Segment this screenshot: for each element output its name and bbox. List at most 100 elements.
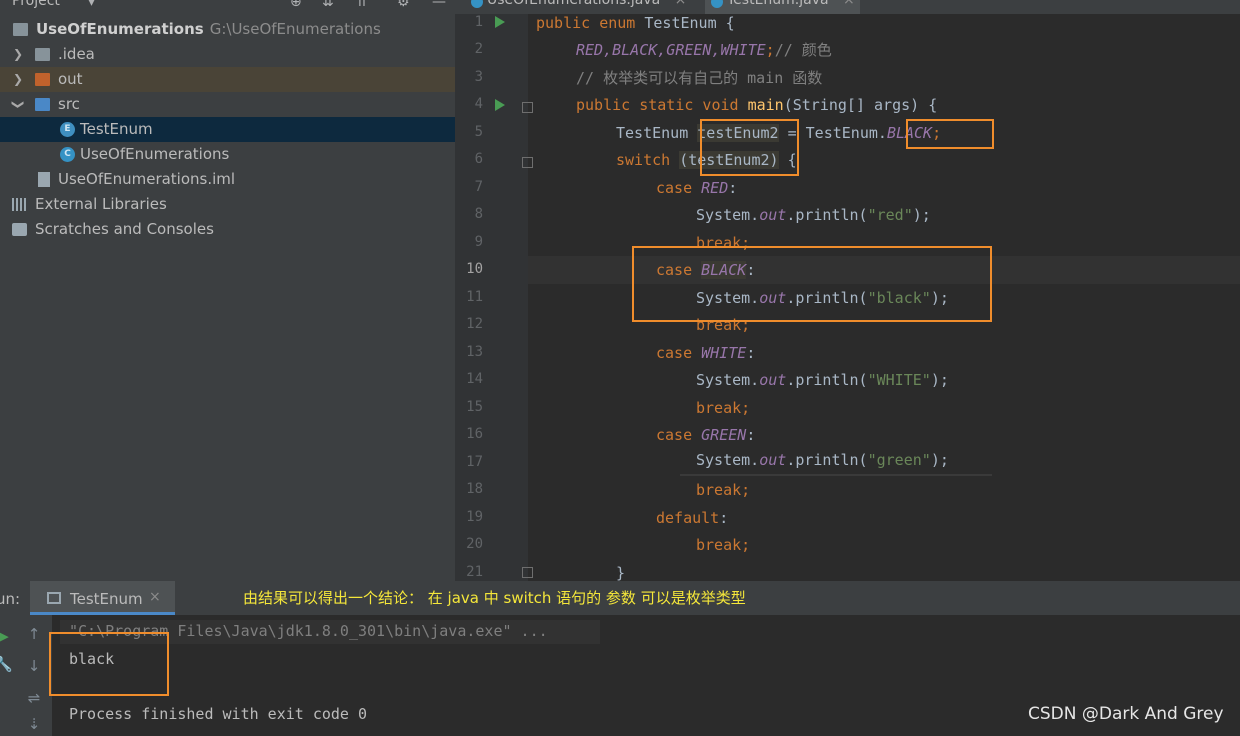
divider [680, 474, 992, 476]
tab-useofenumerations[interactable]: UseOfEnumerations.java × [465, 0, 705, 14]
tree-item-idea[interactable]: ❯ .idea [0, 42, 455, 67]
minimize-icon[interactable]: — [432, 0, 446, 10]
line-number: 7 [474, 179, 483, 195]
run-tab-bar: un: TestEnum × 由结果可以得出一个结论： 在 java 中 swi… [0, 581, 1240, 615]
line-number: 16 [466, 426, 483, 442]
line-number: 4 [474, 96, 483, 112]
line-number: 12 [466, 316, 483, 332]
fold-icon[interactable] [522, 157, 533, 168]
run-tab-label: TestEnum [70, 590, 143, 608]
line-number: 10 [466, 261, 483, 277]
tree-item-label: out [58, 70, 83, 88]
editor-tab-bar: UseOfEnumerations.java × TestEnum.java × [455, 0, 1240, 14]
fold-icon[interactable] [522, 567, 533, 578]
highlight-box-variable [700, 119, 799, 176]
run-main-icon[interactable] [495, 99, 505, 111]
close-icon[interactable]: × [149, 589, 161, 605]
tree-item-label: UseOfEnumerations.iml [58, 170, 236, 188]
tree-item-label: Scratches and Consoles [35, 220, 214, 238]
source-folder-icon [35, 98, 50, 111]
code-line-20: break; [696, 536, 751, 554]
line-number: 8 [474, 206, 483, 222]
collapse-all-icon[interactable]: ⇊ [322, 0, 334, 10]
code-line-14: System.out.println("WHITE"); [696, 371, 949, 389]
enum-icon: E [60, 122, 75, 137]
code-line-2: RED,BLACK,GREEN,WHITE;// 颜色 [576, 41, 832, 59]
line-number: 17 [466, 454, 483, 470]
line-number: 21 [466, 564, 483, 580]
tree-item-label: src [58, 95, 80, 113]
iml-file-icon [38, 172, 50, 187]
arrow-down-icon[interactable]: ↓ [25, 657, 43, 675]
code-line-8: System.out.println("red"); [696, 206, 931, 224]
line-number: 13 [466, 344, 483, 360]
java-class-icon [471, 0, 483, 8]
line-number: 19 [466, 509, 483, 525]
chevron-down-icon[interactable]: ▾ [88, 0, 95, 10]
expand-all-icon[interactable]: ⇈ [356, 0, 368, 10]
tab-label: TestEnum.java [727, 0, 829, 8]
line-number: 5 [474, 124, 483, 140]
run-label: un: [0, 590, 21, 608]
chevron-right-icon[interactable]: ❯ [12, 42, 24, 67]
annotation-text: 由结果可以得出一个结论： 在 java 中 switch 语句的 参数 可以是枚… [243, 589, 746, 607]
line-number: 3 [474, 69, 483, 85]
line-number: 9 [474, 234, 483, 250]
line-number: 2 [474, 41, 483, 57]
tree-item-testenum[interactable]: E TestEnum [0, 117, 455, 142]
code-line-7: case RED: [656, 179, 738, 197]
scratches-icon [12, 223, 27, 236]
tree-item-label: External Libraries [35, 195, 167, 213]
highlight-box-case-black [632, 246, 992, 322]
chevron-right-icon[interactable]: ❯ [12, 67, 24, 92]
tree-item-label: .idea [58, 45, 95, 63]
code-line-13: case WHITE: [656, 344, 756, 362]
tree-item-useofenumerations[interactable]: C UseOfEnumerations [0, 142, 455, 167]
watermark: CSDN @Dark And Grey [1028, 704, 1224, 724]
line-number: 11 [466, 289, 483, 305]
fold-icon[interactable] [522, 102, 533, 113]
tab-testenum[interactable]: TestEnum.java × [705, 0, 860, 14]
chevron-down-icon[interactable]: ❯ [6, 99, 31, 111]
tab-label: UseOfEnumerations.java [487, 0, 661, 8]
tree-item-iml[interactable]: UseOfEnumerations.iml [0, 167, 455, 192]
code-line-3: // 枚举类可以有自己的 main 函数 [576, 69, 823, 87]
console-icon [47, 592, 61, 604]
code-line-19: default: [656, 509, 729, 527]
tree-item-external-libraries[interactable]: External Libraries [0, 192, 455, 217]
target-icon[interactable]: ⊕ [290, 0, 302, 10]
line-number: 14 [466, 371, 483, 387]
code-line-1: public enum TestEnum { [536, 14, 735, 32]
line-number: 15 [466, 399, 483, 415]
line-number: 18 [466, 481, 483, 497]
wrench-icon[interactable]: 🔧 [0, 655, 13, 673]
tree-item-out[interactable]: ❯ out [0, 67, 455, 92]
gear-icon[interactable]: ⚙ [397, 0, 410, 10]
code-line-18: break; [696, 481, 751, 499]
tree-item-project-root[interactable]: UseOfEnumerations G:\UseOfEnumerations [0, 17, 455, 42]
tree-item-label: UseOfEnumerations [80, 145, 230, 163]
line-number: 20 [466, 536, 483, 552]
project-title[interactable]: Project [12, 0, 60, 9]
close-icon[interactable]: × [675, 0, 687, 8]
run-class-icon[interactable] [495, 16, 505, 28]
tree-item-src[interactable]: ❯ src [0, 92, 455, 117]
tree-item-label: UseOfEnumerations G:\UseOfEnumerations [36, 20, 381, 38]
project-header: Project ▾ ⊕ ⇊ ⇈ ⚙ — [0, 0, 455, 14]
folder-icon [35, 48, 50, 61]
tab-run-testenum[interactable]: TestEnum × [30, 581, 175, 615]
rerun-icon[interactable]: ▶ [0, 627, 12, 645]
project-panel: Project ▾ ⊕ ⇊ ⇈ ⚙ — UseOfEnumerations G:\… [0, 0, 455, 581]
scroll-to-end-icon[interactable]: ⇣ [25, 715, 43, 733]
java-enum-icon [711, 0, 723, 8]
code-line-17: System.out.println("green"); [696, 451, 949, 469]
line-number: 6 [474, 151, 483, 167]
highlight-box-output [49, 632, 169, 696]
excluded-folder-icon [35, 73, 50, 86]
close-icon[interactable]: × [843, 0, 855, 8]
console-finished: Process finished with exit code 0 [69, 705, 368, 723]
tree-item-scratches[interactable]: Scratches and Consoles [0, 217, 455, 242]
soft-wrap-icon[interactable]: ⇌ [25, 689, 43, 707]
arrow-up-icon[interactable]: ↑ [25, 625, 43, 643]
code-line-4: public static void main(String[] args) { [576, 96, 938, 114]
